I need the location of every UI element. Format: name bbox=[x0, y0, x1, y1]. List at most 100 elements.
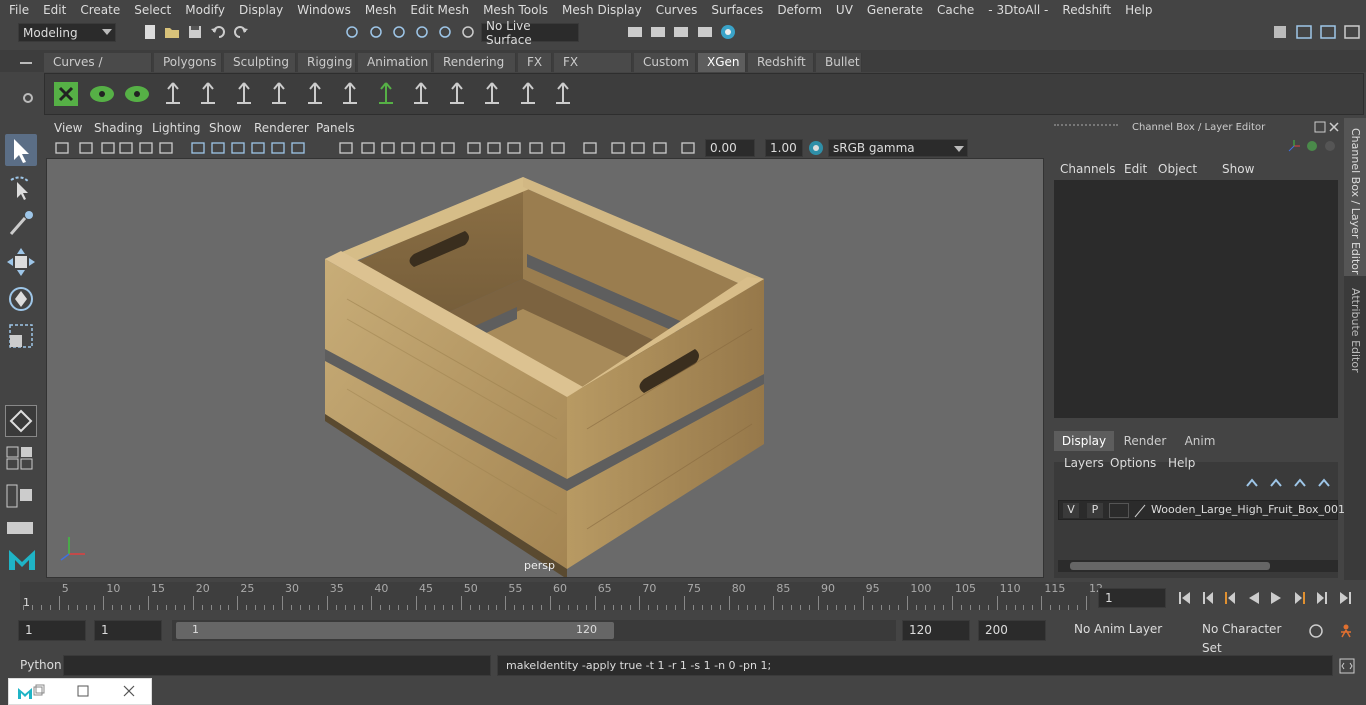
channel-box-menu-show[interactable]: Show bbox=[1222, 162, 1254, 176]
lock-guide-icon[interactable] bbox=[300, 79, 330, 109]
tab-redshift[interactable]: Redshift bbox=[748, 53, 814, 72]
menu-surfaces[interactable]: Surfaces bbox=[702, 3, 768, 17]
tab-polygons[interactable]: Polygons bbox=[154, 53, 222, 72]
wireframe-on-shaded-icon[interactable] bbox=[400, 140, 416, 156]
lights-icon[interactable] bbox=[440, 140, 456, 156]
field-chart-icon[interactable] bbox=[270, 140, 286, 156]
layer-color-swatch[interactable] bbox=[1109, 503, 1129, 518]
select-camera-icon[interactable] bbox=[54, 140, 70, 156]
viewport-menu-panels[interactable]: Panels bbox=[316, 121, 355, 135]
viewport-menu-renderer[interactable]: Renderer bbox=[254, 121, 309, 135]
current-frame-field[interactable]: 1 bbox=[1098, 588, 1166, 608]
step-forward-key-icon[interactable] bbox=[1292, 590, 1308, 606]
menu-select[interactable]: Select bbox=[125, 3, 176, 17]
end-frame-field[interactable]: 200 bbox=[978, 620, 1046, 641]
channel-box-toggle-icon[interactable] bbox=[1344, 24, 1360, 40]
menu-display[interactable]: Display bbox=[230, 3, 288, 17]
channel-box-menu-channels[interactable]: Channels bbox=[1060, 162, 1116, 176]
tab-xgen[interactable]: XGen bbox=[698, 53, 746, 72]
step-forward-icon[interactable] bbox=[1314, 590, 1330, 606]
gamma-field[interactable]: 1.00 bbox=[765, 139, 803, 157]
snap-view-icon[interactable] bbox=[460, 24, 476, 40]
channel-list[interactable] bbox=[1054, 180, 1338, 418]
lasso-tool[interactable] bbox=[5, 172, 37, 204]
anim-layer-selector[interactable]: No Anim Layer bbox=[1068, 620, 1180, 641]
play-forwards-icon[interactable] bbox=[1268, 590, 1284, 606]
tab-attribute-editor[interactable]: Attribute Editor bbox=[1344, 280, 1366, 380]
viewport-menu-shading[interactable]: Shading bbox=[94, 121, 143, 135]
new-scene-icon[interactable] bbox=[142, 24, 158, 40]
layer-menu-options[interactable]: Options bbox=[1110, 456, 1156, 470]
script-language-label[interactable]: Python bbox=[20, 658, 62, 672]
shelf-menu-icon[interactable] bbox=[20, 57, 32, 67]
snap-curve-icon[interactable] bbox=[368, 24, 384, 40]
mode-selector[interactable]: Modeling bbox=[18, 23, 116, 42]
menu-cache[interactable]: Cache bbox=[928, 3, 979, 17]
render-settings-icon[interactable] bbox=[697, 24, 713, 40]
tab-rendering[interactable]: Rendering bbox=[434, 53, 516, 72]
float-panel-icon[interactable] bbox=[1314, 121, 1326, 133]
menu-edit[interactable]: Edit bbox=[34, 3, 71, 17]
isolate-select-icon[interactable] bbox=[550, 140, 566, 156]
safe-action-icon[interactable] bbox=[290, 140, 306, 156]
ipr-render-icon[interactable] bbox=[673, 24, 689, 40]
guide-tool-icon[interactable] bbox=[158, 79, 188, 109]
resolution-gate-icon[interactable] bbox=[230, 140, 246, 156]
add-modifier-icon[interactable] bbox=[122, 79, 152, 109]
collision-icon[interactable] bbox=[548, 79, 578, 109]
channel-box-menu-edit[interactable]: Edit bbox=[1124, 162, 1147, 176]
hair-tool-icon[interactable] bbox=[477, 79, 507, 109]
menu-mesh-display[interactable]: Mesh Display bbox=[553, 3, 647, 17]
command-input[interactable] bbox=[63, 655, 491, 676]
density-brush-icon[interactable] bbox=[442, 79, 472, 109]
menu-modify[interactable]: Modify bbox=[176, 3, 230, 17]
layer-scrollbar[interactable] bbox=[1058, 560, 1338, 572]
layer-playback-toggle[interactable]: P bbox=[1087, 503, 1103, 518]
render-sequence-icon[interactable] bbox=[650, 24, 666, 40]
xray-joints-icon[interactable] bbox=[610, 140, 626, 156]
snap-grid-icon[interactable] bbox=[344, 24, 360, 40]
grid-spline-icon[interactable] bbox=[371, 79, 401, 109]
tab-fx[interactable]: FX bbox=[518, 53, 552, 72]
perspective-viewport[interactable]: persp bbox=[46, 158, 1044, 578]
smooth-shade-icon[interactable] bbox=[360, 140, 376, 156]
grid-icon[interactable] bbox=[190, 140, 206, 156]
shadows-icon[interactable] bbox=[466, 140, 482, 156]
tab-sculpting[interactable]: Sculpting bbox=[224, 53, 296, 72]
tab-animation[interactable]: Animation bbox=[358, 53, 432, 72]
menu-mesh-tools[interactable]: Mesh Tools bbox=[474, 3, 553, 17]
tab-fx-caching[interactable]: FX Caching bbox=[554, 53, 632, 88]
range-slider-handle[interactable] bbox=[176, 622, 614, 639]
speed-icon[interactable] bbox=[1304, 138, 1320, 154]
tab-custom[interactable]: Custom bbox=[634, 53, 696, 72]
layer-scrollbar-thumb[interactable] bbox=[1070, 562, 1270, 570]
maximize-icon[interactable] bbox=[77, 685, 89, 697]
2d-pan-icon[interactable] bbox=[138, 140, 154, 156]
default-material-icon[interactable] bbox=[380, 140, 396, 156]
rebuild-guide-icon[interactable] bbox=[335, 79, 365, 109]
scale-tool[interactable] bbox=[5, 320, 37, 352]
rotate-tool[interactable] bbox=[5, 283, 37, 315]
undo-icon[interactable] bbox=[210, 24, 226, 40]
menu-3dtoall[interactable]: - 3DtoAll - bbox=[979, 3, 1053, 17]
snap-plane-icon[interactable] bbox=[414, 24, 430, 40]
move-layer-up-icon[interactable] bbox=[1244, 476, 1260, 492]
depth-icon[interactable] bbox=[652, 140, 668, 156]
hyper-icon[interactable] bbox=[1322, 138, 1338, 154]
close-window-icon[interactable] bbox=[123, 685, 135, 697]
menu-file[interactable]: File bbox=[0, 3, 34, 17]
tab-curves-surfaces[interactable]: Curves / Surfaces bbox=[44, 53, 152, 88]
menu-help[interactable]: Help bbox=[1116, 3, 1157, 17]
menu-uv[interactable]: UV bbox=[827, 3, 858, 17]
exposure-field[interactable]: 0.00 bbox=[705, 139, 755, 157]
anti-aliasing-icon[interactable] bbox=[528, 140, 544, 156]
layer-tab-display[interactable]: Display bbox=[1054, 431, 1114, 451]
colorspace-selector[interactable]: sRGB gamma bbox=[828, 139, 968, 157]
paint-select-tool[interactable] bbox=[5, 208, 37, 240]
create-layer-icon[interactable] bbox=[1292, 476, 1308, 492]
menu-create[interactable]: Create bbox=[71, 3, 125, 17]
layer-name[interactable]: Wooden_Large_High_Fruit_Box_001_ bbox=[1151, 503, 1350, 516]
live-surface-field[interactable]: No Live Surface bbox=[481, 19, 579, 47]
menu-edit-mesh[interactable]: Edit Mesh bbox=[401, 3, 474, 17]
image-plane-icon[interactable] bbox=[118, 140, 134, 156]
